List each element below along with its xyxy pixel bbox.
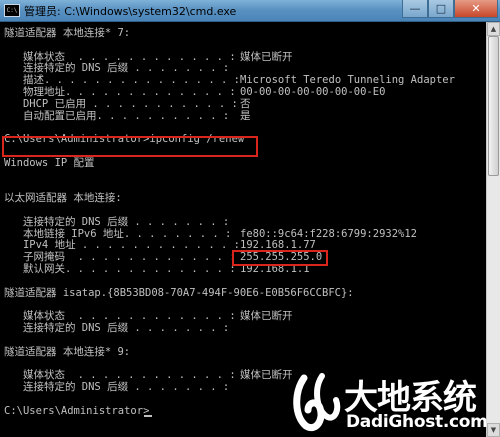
console-line: 隧道适配器 本地连接* 9: [4,345,131,358]
console-line: 隧道适配器 本地连接* 7: [4,27,131,39]
window-title: 管理员: C:\Windows\system32\cmd.exe [24,5,237,18]
console-line: 媒体状态 . . . . . . . . . . . . : 媒体已断开 [4,50,293,63]
console-line: 默认网关. . . . . . . . . . . . . :192.168.1… [4,263,310,275]
console-line: 物理地址. . . . . . . . . . . . . :00-00-00-… [4,86,386,98]
watermark-brand-url: DadiGhost.com [346,412,488,432]
console-line: C:\Users\Administrator> [4,404,150,417]
console-line: 连接特定的 DNS 后缀 . . . . . . . : [4,62,230,75]
watermark: 大地系统 DadiGhost.com [290,370,500,437]
console-line: 隧道适配器 isatap.{8B53BD08-70A7-494F-90E6-E0… [4,286,354,299]
console-line: 连接特定的 DNS 后缀 . . . . . . . : [4,322,230,334]
console-line: 连接特定的 DNS 后缀 . . . . . . . : [4,381,230,393]
console-line: DHCP 已启用 . . . . . . . . . . . :否 [4,97,251,110]
text-cursor [144,414,152,417]
ipv4-highlight-box [232,250,328,266]
console-line: Windows IP 配置 [4,156,95,169]
window-controls: — □ ✕ [402,0,498,19]
console-line: 媒体状态 . . . . . . . . . . . . : 媒体已断开 [4,310,293,323]
console-line: 描述. . . . . . . . . . . . . . . : Microso… [4,74,455,87]
scroll-up-arrow-icon[interactable]: ▲ [487,22,500,36]
console-line: 本地链接 IPv6 地址. . . . . . . . : fe80::9c64:… [4,227,418,240]
console-line: 连接特定的 DNS 后缀 . . . . . . . : [4,215,230,228]
minimize-button[interactable]: — [402,0,428,18]
scrollbar-thumb[interactable] [488,36,499,176]
console-line: 子网掩码 . . . . . . . . . . . . :255.255.25… [4,251,323,264]
window-titlebar[interactable]: C:\ 管理员: C:\Windows\system32\cmd.exe — □… [0,0,500,22]
cmd-app-icon[interactable]: C:\ [4,4,20,17]
console-line: 以太网适配器 本地连接: [4,192,122,205]
dadi-logo-icon [293,373,341,431]
command-highlight-box [2,136,258,157]
console-line: 自动配置已启用. . . . . . . . . . :是 [4,109,251,122]
console-line: IPv4 地址 . . . . . . . . . . . . :192.168… [4,239,316,252]
maximize-button[interactable]: □ [428,0,454,18]
close-button[interactable]: ✕ [454,0,498,18]
console-line: 媒体状态 . . . . . . . . . . . . : 媒体已断开 [4,369,293,382]
